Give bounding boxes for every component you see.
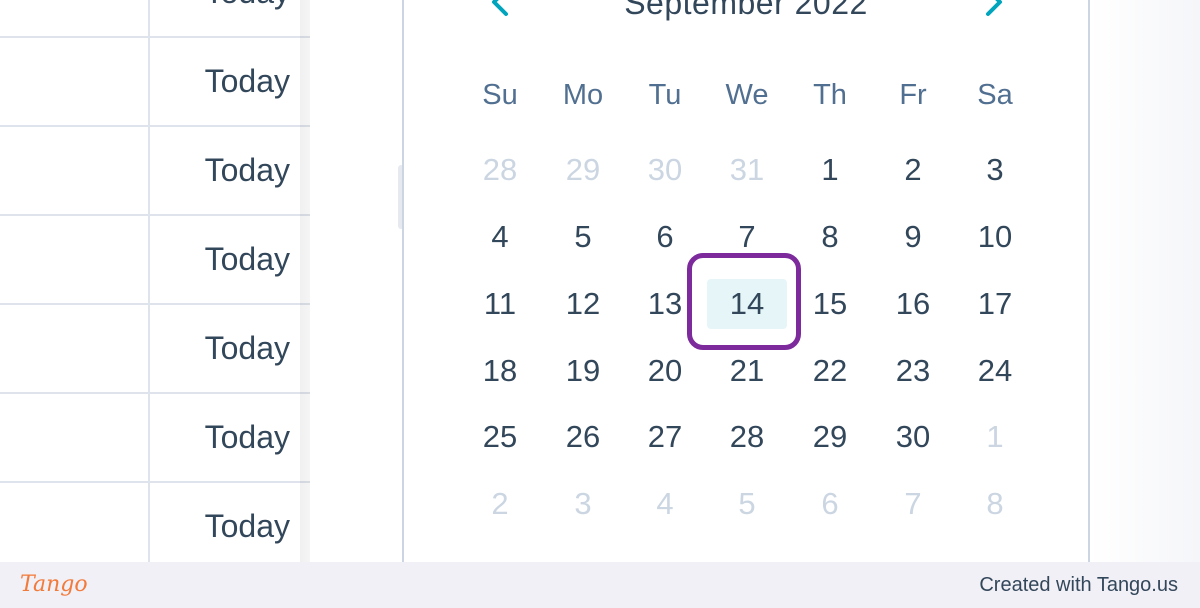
weekday-header-row: Su Mo Tu We Th Fr Sa bbox=[404, 75, 1088, 115]
date-cell-text: Today bbox=[204, 508, 290, 544]
day-cell[interactable]: 9 bbox=[873, 212, 953, 262]
day-cell[interactable]: 8 bbox=[790, 212, 870, 262]
date-table: Today Today Today Today Today Today Today bbox=[0, 0, 310, 562]
day-cell[interactable]: 11 bbox=[460, 279, 540, 329]
day-cell[interactable]: 25 bbox=[460, 412, 540, 462]
day-cell-outside-month[interactable]: 1 bbox=[955, 412, 1035, 462]
day-cell[interactable]: 5 bbox=[543, 212, 623, 262]
weekday-label: We bbox=[725, 79, 769, 111]
day-cell[interactable]: 19 bbox=[543, 346, 623, 396]
day-cell[interactable]: 13 bbox=[625, 279, 705, 329]
day-cell-outside-month[interactable]: 3 bbox=[543, 479, 623, 529]
created-with-text: Created with Tango.us bbox=[979, 574, 1178, 596]
day-cell[interactable]: 17 bbox=[955, 279, 1035, 329]
next-month-button[interactable] bbox=[972, 0, 1012, 28]
day-cell[interactable]: 2 bbox=[873, 145, 953, 195]
overlay-shade bbox=[1090, 0, 1200, 562]
day-cell[interactable]: 21 bbox=[707, 346, 787, 396]
date-cell-text: Today bbox=[204, 330, 290, 366]
day-cell[interactable]: 10 bbox=[955, 212, 1035, 262]
day-cell[interactable]: 29 bbox=[790, 412, 870, 462]
date-cell-text: Today bbox=[205, 0, 290, 36]
day-cell[interactable]: 24 bbox=[955, 346, 1035, 396]
table-row[interactable]: Today bbox=[0, 483, 310, 562]
day-cell-outside-month[interactable]: 6 bbox=[790, 479, 870, 529]
table-row[interactable]: Today bbox=[0, 0, 310, 38]
calendar-header: September 2022 bbox=[404, 0, 1088, 28]
chevron-right-icon bbox=[986, 0, 1002, 16]
date-cell-text: Today bbox=[204, 63, 290, 99]
date-cell-text: Today bbox=[204, 419, 290, 455]
weekday-label: Fr bbox=[899, 79, 927, 111]
weekday-label: Tu bbox=[648, 79, 682, 111]
day-cell[interactable]: 4 bbox=[460, 212, 540, 262]
day-cell[interactable]: 28 bbox=[707, 412, 787, 462]
weekday-label: Th bbox=[813, 79, 847, 111]
date-cell-text: Today bbox=[204, 152, 290, 188]
day-cell-outside-month[interactable]: 28 bbox=[460, 145, 540, 195]
day-cell[interactable]: 16 bbox=[873, 279, 953, 329]
date-picker-calendar: September 2022 Su Mo Tu We Th Fr Sa 28 29 30 31 1 2… bbox=[402, 0, 1090, 562]
day-cell[interactable]: 27 bbox=[625, 412, 705, 462]
tango-logo: Tango bbox=[20, 572, 88, 597]
day-cell-outside-month[interactable]: 2 bbox=[460, 479, 540, 529]
date-cell-text: Today bbox=[204, 241, 290, 277]
day-cell-selected[interactable]: 14 bbox=[707, 279, 787, 329]
table-row[interactable]: Today bbox=[0, 127, 310, 216]
day-cell-outside-month[interactable]: 8 bbox=[955, 479, 1035, 529]
day-cell[interactable]: 23 bbox=[873, 346, 953, 396]
table-row[interactable]: Today bbox=[0, 305, 310, 394]
table-row[interactable]: Today bbox=[0, 394, 310, 483]
footer-bar: Tango Created with Tango.us bbox=[0, 562, 1200, 608]
day-cell[interactable]: 12 bbox=[543, 279, 623, 329]
column-divider bbox=[148, 0, 150, 562]
day-cell[interactable]: 26 bbox=[543, 412, 623, 462]
day-cell[interactable]: 18 bbox=[460, 346, 540, 396]
day-cell-outside-month[interactable]: 7 bbox=[873, 479, 953, 529]
table-row[interactable]: Today bbox=[0, 216, 310, 305]
day-cell[interactable]: 3 bbox=[955, 145, 1035, 195]
weekday-label: Sa bbox=[977, 79, 1013, 111]
day-cell[interactable]: 22 bbox=[790, 346, 870, 396]
day-cell[interactable]: 20 bbox=[625, 346, 705, 396]
day-cell-outside-month[interactable]: 4 bbox=[625, 479, 705, 529]
day-cell-outside-month[interactable]: 31 bbox=[707, 145, 787, 195]
day-cell-outside-month[interactable]: 5 bbox=[707, 479, 787, 529]
day-cell[interactable]: 1 bbox=[790, 145, 870, 195]
weekday-label: Mo bbox=[562, 79, 604, 111]
table-row[interactable]: Today bbox=[0, 38, 310, 127]
day-cell[interactable]: 7 bbox=[707, 212, 787, 262]
day-cell[interactable]: 15 bbox=[790, 279, 870, 329]
day-cell[interactable]: 30 bbox=[873, 412, 953, 462]
day-cell[interactable]: 6 bbox=[625, 212, 705, 262]
day-cell-outside-month[interactable]: 30 bbox=[625, 145, 705, 195]
day-cell-outside-month[interactable]: 29 bbox=[543, 145, 623, 195]
weekday-label: Su bbox=[482, 79, 518, 111]
